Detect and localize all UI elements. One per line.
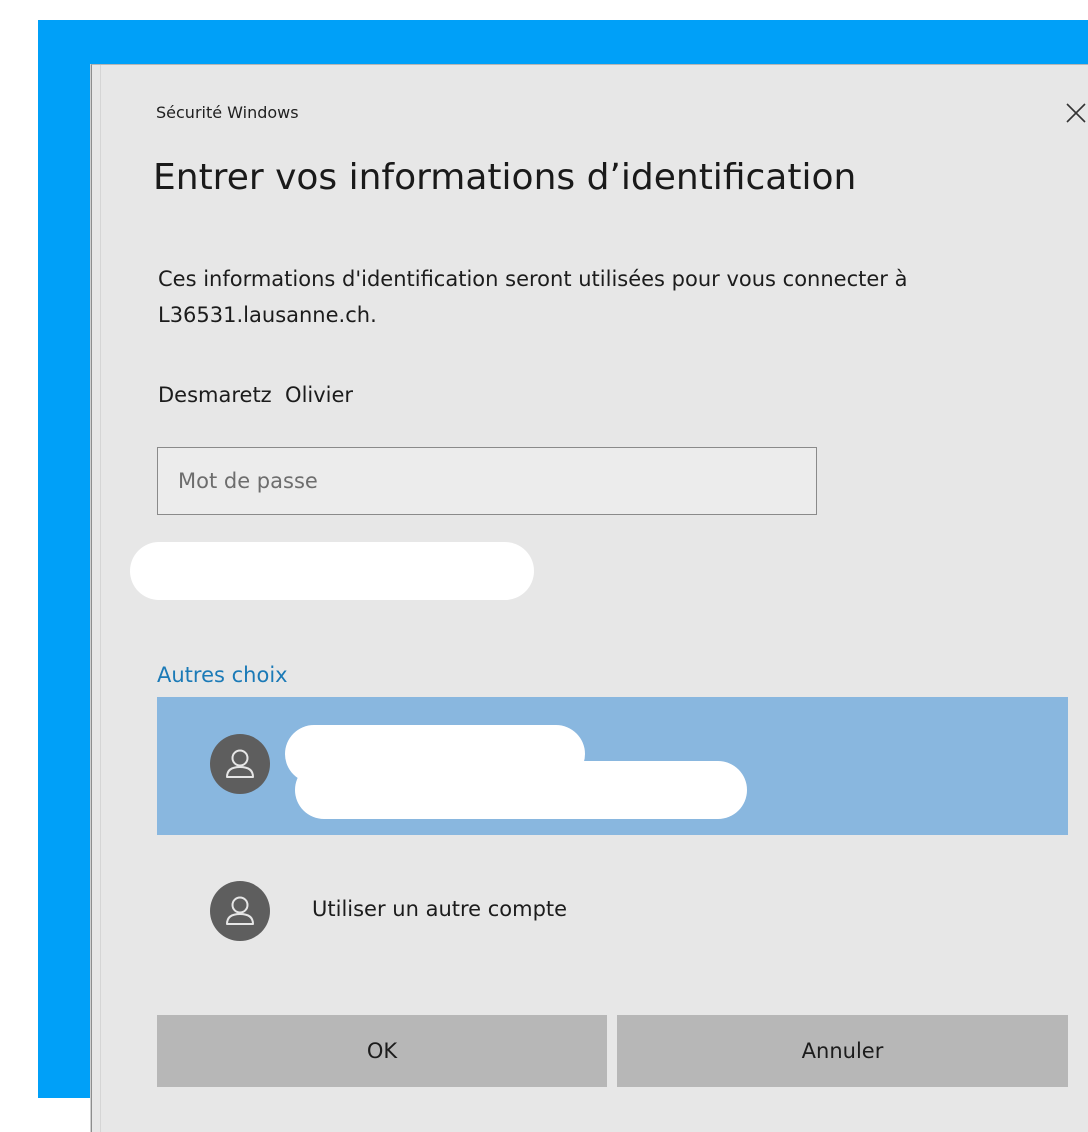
other-choices-label: Autres choix (157, 663, 288, 687)
dialog-title: Entrer vos informations d’identification (153, 157, 857, 198)
user-icon (210, 881, 270, 941)
account-option-selected[interactable] (157, 697, 1068, 835)
redacted-area (130, 542, 534, 600)
dialog-edge (100, 65, 101, 1132)
username-label: Desmaretz Olivier (158, 383, 354, 407)
credentials-dialog: Sécurité Windows Entrer vos informations… (91, 64, 1088, 1132)
redacted-account-name (295, 761, 747, 819)
screen: Sécurité Windows Entrer vos informations… (0, 0, 1088, 1132)
user-icon (210, 734, 270, 794)
close-icon[interactable] (1060, 97, 1088, 129)
cancel-button[interactable]: Annuler (617, 1015, 1068, 1087)
dialog-description: Ces informations d'identification seront… (158, 267, 908, 327)
ok-button[interactable]: OK (157, 1015, 607, 1087)
dialog-app-name: Sécurité Windows (156, 103, 299, 122)
password-field[interactable] (157, 447, 817, 515)
use-other-account-option[interactable]: Utiliser un autre compte (157, 841, 1068, 979)
use-other-account-label: Utiliser un autre compte (312, 897, 568, 921)
